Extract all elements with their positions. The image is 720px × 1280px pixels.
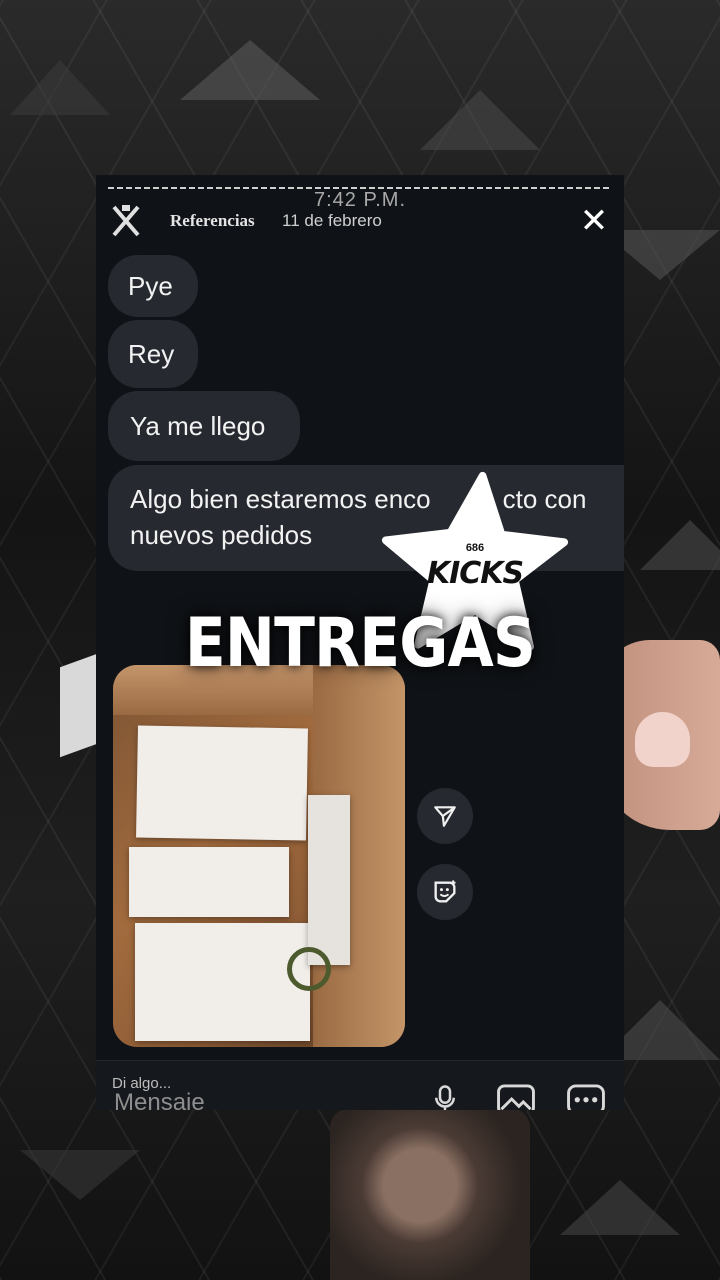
- gallery-icon[interactable]: [496, 1083, 535, 1110]
- more-icon-shape: [567, 1084, 605, 1110]
- send-button[interactable]: [417, 788, 473, 844]
- shoe-box: [135, 923, 310, 1041]
- avatar-logo[interactable]: [110, 201, 142, 241]
- message-text: Pye: [128, 271, 173, 301]
- tattooed-arm: [330, 1108, 530, 1280]
- sticker-number: 686: [465, 542, 485, 554]
- account-name[interactable]: Referencias: [170, 211, 255, 231]
- send-icon: [434, 806, 456, 827]
- thumb-nail: [635, 712, 690, 767]
- gallery-icon-shape: [497, 1084, 535, 1110]
- sticker-button[interactable]: [417, 864, 473, 920]
- message-text: Ya me llego: [130, 411, 266, 441]
- headline-overlay: ENTREGAS: [184, 604, 536, 683]
- close-icon[interactable]: ✕: [574, 201, 614, 241]
- story-date: 11 de febrero: [282, 211, 382, 230]
- rubber-band: [287, 947, 331, 991]
- avatar-logo-icon: [112, 205, 140, 237]
- more-icon[interactable]: [566, 1083, 605, 1110]
- background-facet: [180, 40, 320, 100]
- background-facet: [640, 520, 720, 570]
- shoe-box: [136, 725, 308, 841]
- message-bubble: Pye: [108, 255, 198, 317]
- sticker-brand: KICKS: [426, 556, 524, 591]
- mic-icon[interactable]: [430, 1083, 466, 1110]
- background-facet: [20, 1150, 140, 1200]
- status-time: 7:42 P.M.: [313, 189, 407, 211]
- background-facet: [560, 1180, 680, 1235]
- shoe-box: [129, 847, 289, 917]
- sticker-icon: [434, 880, 456, 903]
- message-text: Rey: [128, 339, 175, 369]
- message-input[interactable]: Mensaje: [114, 1089, 205, 1110]
- message-bubble: Ya me llego: [108, 391, 300, 461]
- mic-icon-shape: [435, 1085, 455, 1110]
- background-facet: [10, 60, 110, 115]
- shared-photo[interactable]: [113, 665, 405, 1047]
- message-bubble: Rey: [108, 320, 198, 388]
- message-text: nuevos pedidos: [130, 520, 313, 550]
- message-composer[interactable]: Di algo... Mensaje: [96, 1060, 624, 1110]
- shoe-box: [308, 795, 350, 965]
- background-facet: [420, 90, 540, 150]
